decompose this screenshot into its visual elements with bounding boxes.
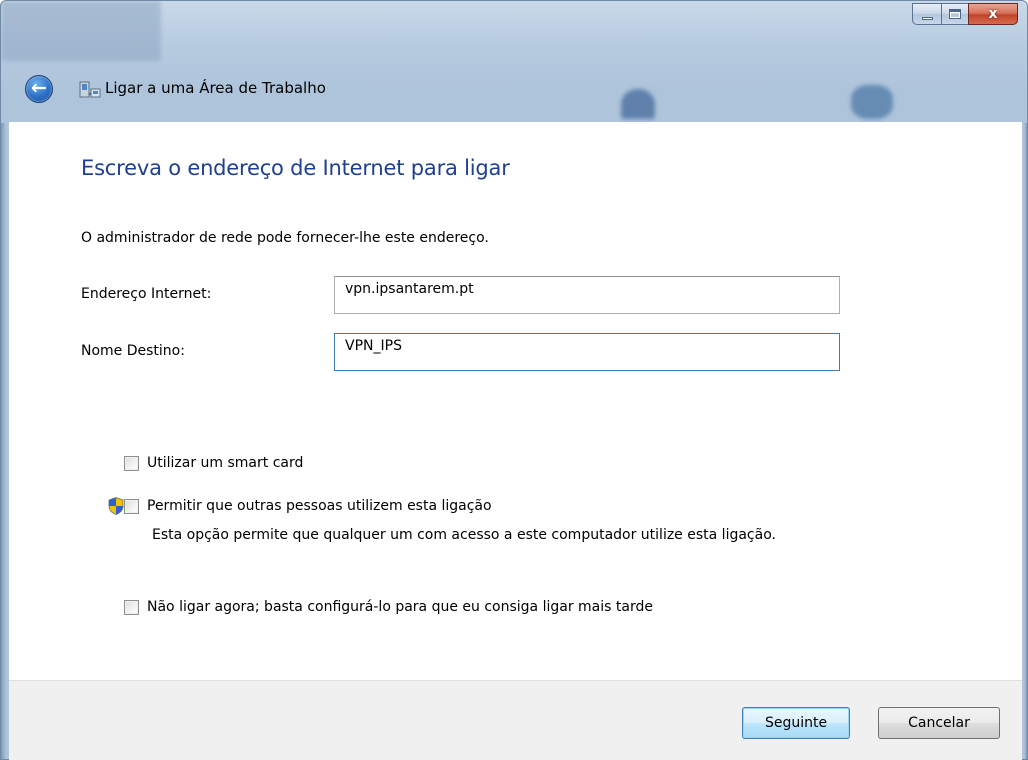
address-label: Endereço Internet:	[81, 286, 212, 302]
button-bar: Seguinte Cancelar	[9, 680, 1022, 760]
destination-name-input[interactable]	[334, 333, 840, 371]
back-arrow-icon: ←	[31, 76, 47, 99]
allow-others-checkbox[interactable]	[124, 499, 139, 514]
minimize-button[interactable]	[912, 3, 941, 25]
next-button[interactable]: Seguinte	[742, 707, 850, 739]
maximize-button[interactable]	[941, 3, 968, 25]
blurred-background-shape	[621, 89, 655, 119]
connect-later-checkbox[interactable]	[124, 600, 139, 615]
minimize-icon	[921, 16, 933, 20]
allow-others-label[interactable]: Permitir que outras pessoas utilizem est…	[147, 497, 492, 515]
page-heading: Escreva o endereço de Internet para liga…	[81, 156, 510, 180]
back-button[interactable]: ←	[25, 75, 53, 103]
internet-address-input[interactable]	[334, 276, 840, 314]
smart-card-checkbox[interactable]	[124, 456, 139, 471]
window-title: Ligar a uma Área de Trabalho	[105, 79, 326, 97]
option-smart-card[interactable]: Utilizar um smart card	[124, 454, 303, 472]
caption-buttons: x	[912, 3, 1018, 25]
cancel-button[interactable]: Cancelar	[878, 707, 1000, 739]
description-text: O administrador de rede pode fornecer-lh…	[81, 230, 489, 246]
allow-others-note: Esta opção permite que qualquer um com a…	[152, 527, 776, 543]
blurred-background-shape	[851, 85, 893, 119]
option-allow-others[interactable]: Permitir que outras pessoas utilizem est…	[124, 497, 492, 515]
blurred-background-shape	[1, 1, 161, 61]
smart-card-label[interactable]: Utilizar um smart card	[147, 454, 303, 472]
connect-later-label[interactable]: Não ligar agora; basta configurá-lo para…	[147, 598, 653, 616]
close-button[interactable]: x	[968, 3, 1018, 25]
aero-glass-background	[1, 1, 1027, 123]
wizard-content: Escreva o endereço de Internet para liga…	[9, 122, 1022, 680]
destination-label: Nome Destino:	[81, 343, 185, 359]
close-icon: x	[988, 6, 998, 22]
uac-shield-icon	[108, 497, 124, 515]
option-connect-later[interactable]: Não ligar agora; basta configurá-lo para…	[124, 598, 653, 616]
network-connection-icon	[79, 81, 101, 98]
maximize-icon	[949, 9, 961, 19]
